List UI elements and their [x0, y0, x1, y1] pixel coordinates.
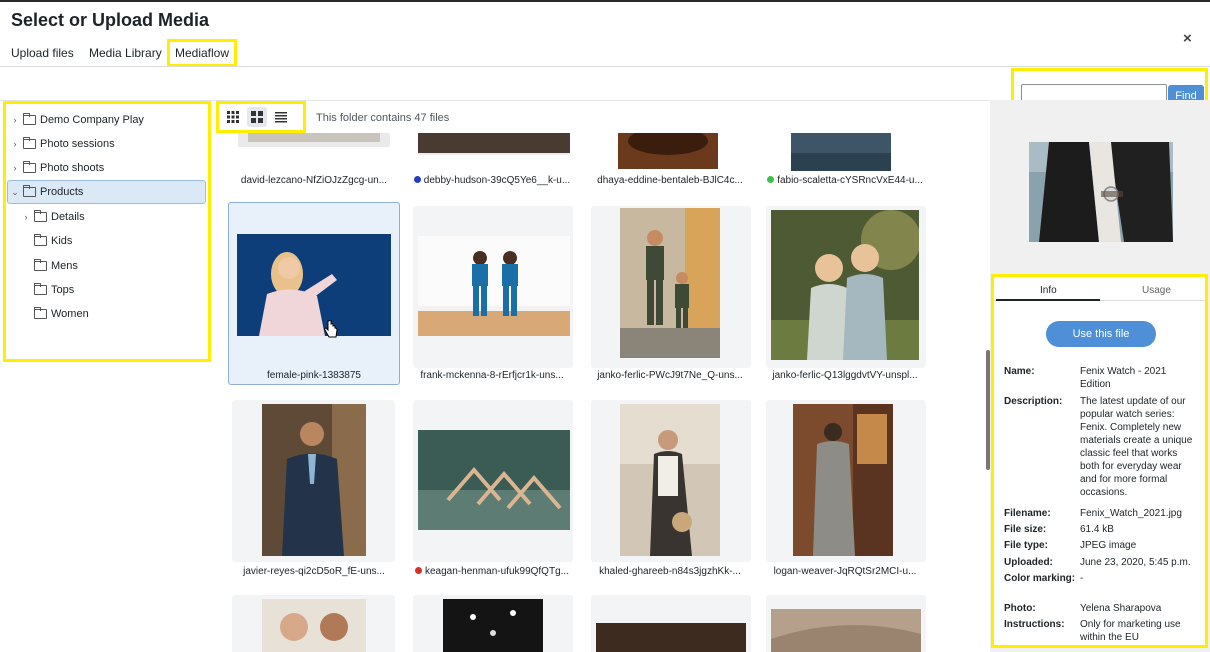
folder-icon [34, 210, 47, 222]
folder-women[interactable]: Women [21, 303, 89, 325]
tab-usage[interactable]: Usage [1142, 285, 1171, 296]
folder-icon [23, 113, 36, 125]
file-thumbnail [596, 623, 746, 652]
folder-label: Details [51, 211, 85, 223]
folder-demo-company-play[interactable]: › Demo Company Play [10, 109, 144, 131]
file-name: janko-ferlic-PWcJ9t7Ne_Q-uns... [597, 370, 743, 381]
file-thumbnail [620, 404, 720, 556]
file-name: frank-mckenna-8-rErfjcr1k-uns... [420, 370, 564, 381]
file-name: javier-reyes-qi2cD5oR_fE-uns... [243, 566, 385, 577]
file-thumbnail [262, 599, 366, 652]
modal-title: Select or Upload Media [11, 10, 210, 30]
folder-icon [34, 307, 47, 319]
tab-info[interactable]: Info [1040, 285, 1057, 296]
folder-label: Demo Company Play [40, 114, 144, 126]
folder-file-count: This folder contains 47 files [316, 112, 450, 124]
view-toggle-group [216, 101, 306, 133]
color-marker [413, 176, 421, 183]
chevron-right-icon[interactable]: › [10, 115, 20, 125]
folder-label: Kids [51, 235, 73, 247]
tabs-divider [0, 66, 1210, 67]
folder-details[interactable]: › Details [21, 206, 85, 228]
folder-mens[interactable]: Mens [21, 255, 78, 277]
folder-label: Products [40, 186, 84, 198]
folder-label: Photo sessions [40, 138, 115, 150]
folder-icon [23, 161, 36, 173]
folder-products[interactable]: ⌄ Products [7, 180, 206, 204]
list-icon[interactable] [271, 107, 291, 127]
tab-upload-files[interactable]: Upload files [11, 46, 74, 60]
tab-mediaflow[interactable]: Mediaflow [167, 39, 238, 67]
folder-icon [34, 283, 47, 295]
file-name: female-pink-1383875 [267, 370, 361, 381]
color-marker [415, 567, 422, 574]
preview-image [1029, 142, 1173, 242]
file-thumbnail [620, 208, 720, 358]
chevron-right-icon[interactable]: › [10, 163, 20, 173]
details-tabs: Info Usage [994, 277, 1205, 301]
file-name: janko-ferlic-Q13lggdvtVY-unspl... [772, 370, 918, 381]
file-thumbnail [793, 404, 893, 556]
grid-scrollbar[interactable] [986, 350, 990, 470]
file-thumbnail [418, 133, 570, 155]
file-thumbnail [443, 599, 543, 652]
folder-icon [23, 137, 36, 149]
grid-large-icon[interactable] [247, 107, 267, 127]
file-thumbnail [771, 609, 921, 652]
file-thumbnail [418, 430, 570, 530]
folder-open-icon [23, 185, 36, 197]
folder-tree: › Demo Company Play › Photo sessions › P… [3, 101, 211, 362]
folder-icon [34, 259, 47, 271]
folder-tops[interactable]: Tops [21, 279, 74, 301]
chevron-right-icon[interactable]: › [10, 139, 20, 149]
folder-label: Photo shoots [40, 162, 105, 174]
file-details: Info Usage Use this file Name: Fenix Wat… [991, 274, 1208, 648]
folder-label: Mens [51, 260, 78, 272]
folder-photo-shoots[interactable]: › Photo shoots [10, 157, 104, 179]
file-name: debby-hudson-39cQ5Ye6__k-u... [410, 175, 574, 186]
file-grid: david-lezcano-NfZiOJzZgcg-un... debby-hu… [215, 133, 990, 652]
file-name: fabio-scaletta-cYSRncVxE44-u... [763, 175, 927, 186]
folder-kids[interactable]: Kids [21, 230, 72, 252]
file-thumbnail [238, 133, 390, 147]
file-name: logan-weaver-JqRQtSr2MCI-u... [773, 566, 917, 577]
file-thumbnail [262, 404, 366, 556]
file-thumbnail [237, 234, 391, 336]
tab-media-library[interactable]: Media Library [89, 46, 162, 60]
file-thumbnail [791, 133, 891, 171]
hand-cursor-icon [324, 320, 338, 338]
use-this-file-button[interactable]: Use this file [1046, 321, 1156, 347]
grid-small-icon[interactable] [223, 107, 243, 127]
folder-label: Tops [51, 284, 75, 296]
folder-photo-sessions[interactable]: › Photo sessions [10, 133, 115, 155]
file-name: david-lezcano-NfZiOJzZgcg-un... [240, 175, 388, 186]
file-thumbnail [771, 210, 919, 360]
file-thumbnail [418, 236, 570, 336]
folder-icon [34, 234, 47, 246]
file-name: dhaya-eddine-bentaleb-BJlC4c... [597, 175, 743, 186]
chevron-down-icon[interactable]: ⌄ [10, 187, 20, 198]
close-icon[interactable]: × [1183, 30, 1192, 47]
file-name: keagan-henman-ufuk99QfQTg... [410, 566, 574, 577]
chevron-right-icon[interactable]: › [21, 212, 31, 222]
folder-label: Women [51, 308, 89, 320]
file-name: khaled-ghareeb-n84s3jgzhKk-... [599, 566, 741, 577]
color-marker [767, 176, 775, 183]
tab-indicator [996, 299, 1100, 301]
file-thumbnail [618, 133, 718, 169]
